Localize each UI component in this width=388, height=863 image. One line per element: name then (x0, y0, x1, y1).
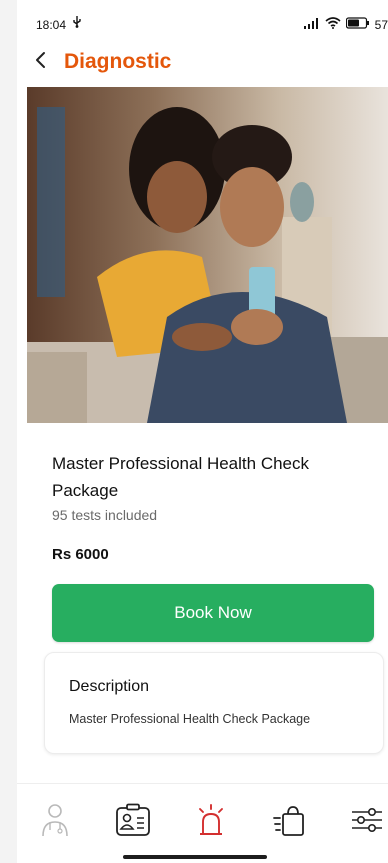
tests-included: 95 tests included (52, 507, 158, 523)
chevron-left-icon (36, 52, 45, 68)
status-bar: 18:04 57 (17, 0, 388, 40)
package-price: Rs 6000 (52, 546, 109, 563)
package-hero-image (27, 87, 388, 423)
package-title: Master Professional Health Check Package (52, 454, 310, 500)
nav-item-filters[interactable] (345, 800, 388, 840)
battery-icon (345, 17, 370, 32)
signal-icon (303, 17, 320, 32)
page-title: Diagnostic (64, 50, 172, 73)
book-now-button[interactable]: Book Now (52, 584, 374, 642)
app-header: Diagnostic (17, 44, 388, 84)
description-card: Description Master Professional Health C… (44, 652, 384, 754)
bottom-navigation (17, 800, 388, 844)
nav-item-doctor[interactable] (33, 800, 77, 840)
usb-icon (73, 16, 81, 31)
wifi-icon (325, 17, 341, 32)
nav-item-emergency[interactable] (189, 800, 233, 840)
battery-level: 57 (374, 17, 388, 32)
status-time: 18:04 (36, 18, 67, 32)
nav-divider (17, 783, 388, 784)
nav-item-shopping[interactable] (267, 800, 311, 840)
package-info: Master Professional Health Check Package… (52, 450, 352, 523)
nav-item-id-card[interactable] (111, 800, 155, 840)
description-text: Master Professional Health Check Package (69, 712, 311, 726)
emergency-alarm-icon (199, 804, 223, 835)
app-screen: 18:04 57 Diagnostic Master Professional … (17, 0, 388, 863)
doctor-icon (42, 804, 68, 837)
home-indicator[interactable] (123, 855, 267, 859)
back-button[interactable] (29, 48, 53, 72)
shopping-bag-icon (273, 806, 304, 836)
id-card-icon (116, 803, 150, 836)
filter-sliders-icon (352, 807, 382, 832)
description-heading: Description (69, 678, 150, 695)
